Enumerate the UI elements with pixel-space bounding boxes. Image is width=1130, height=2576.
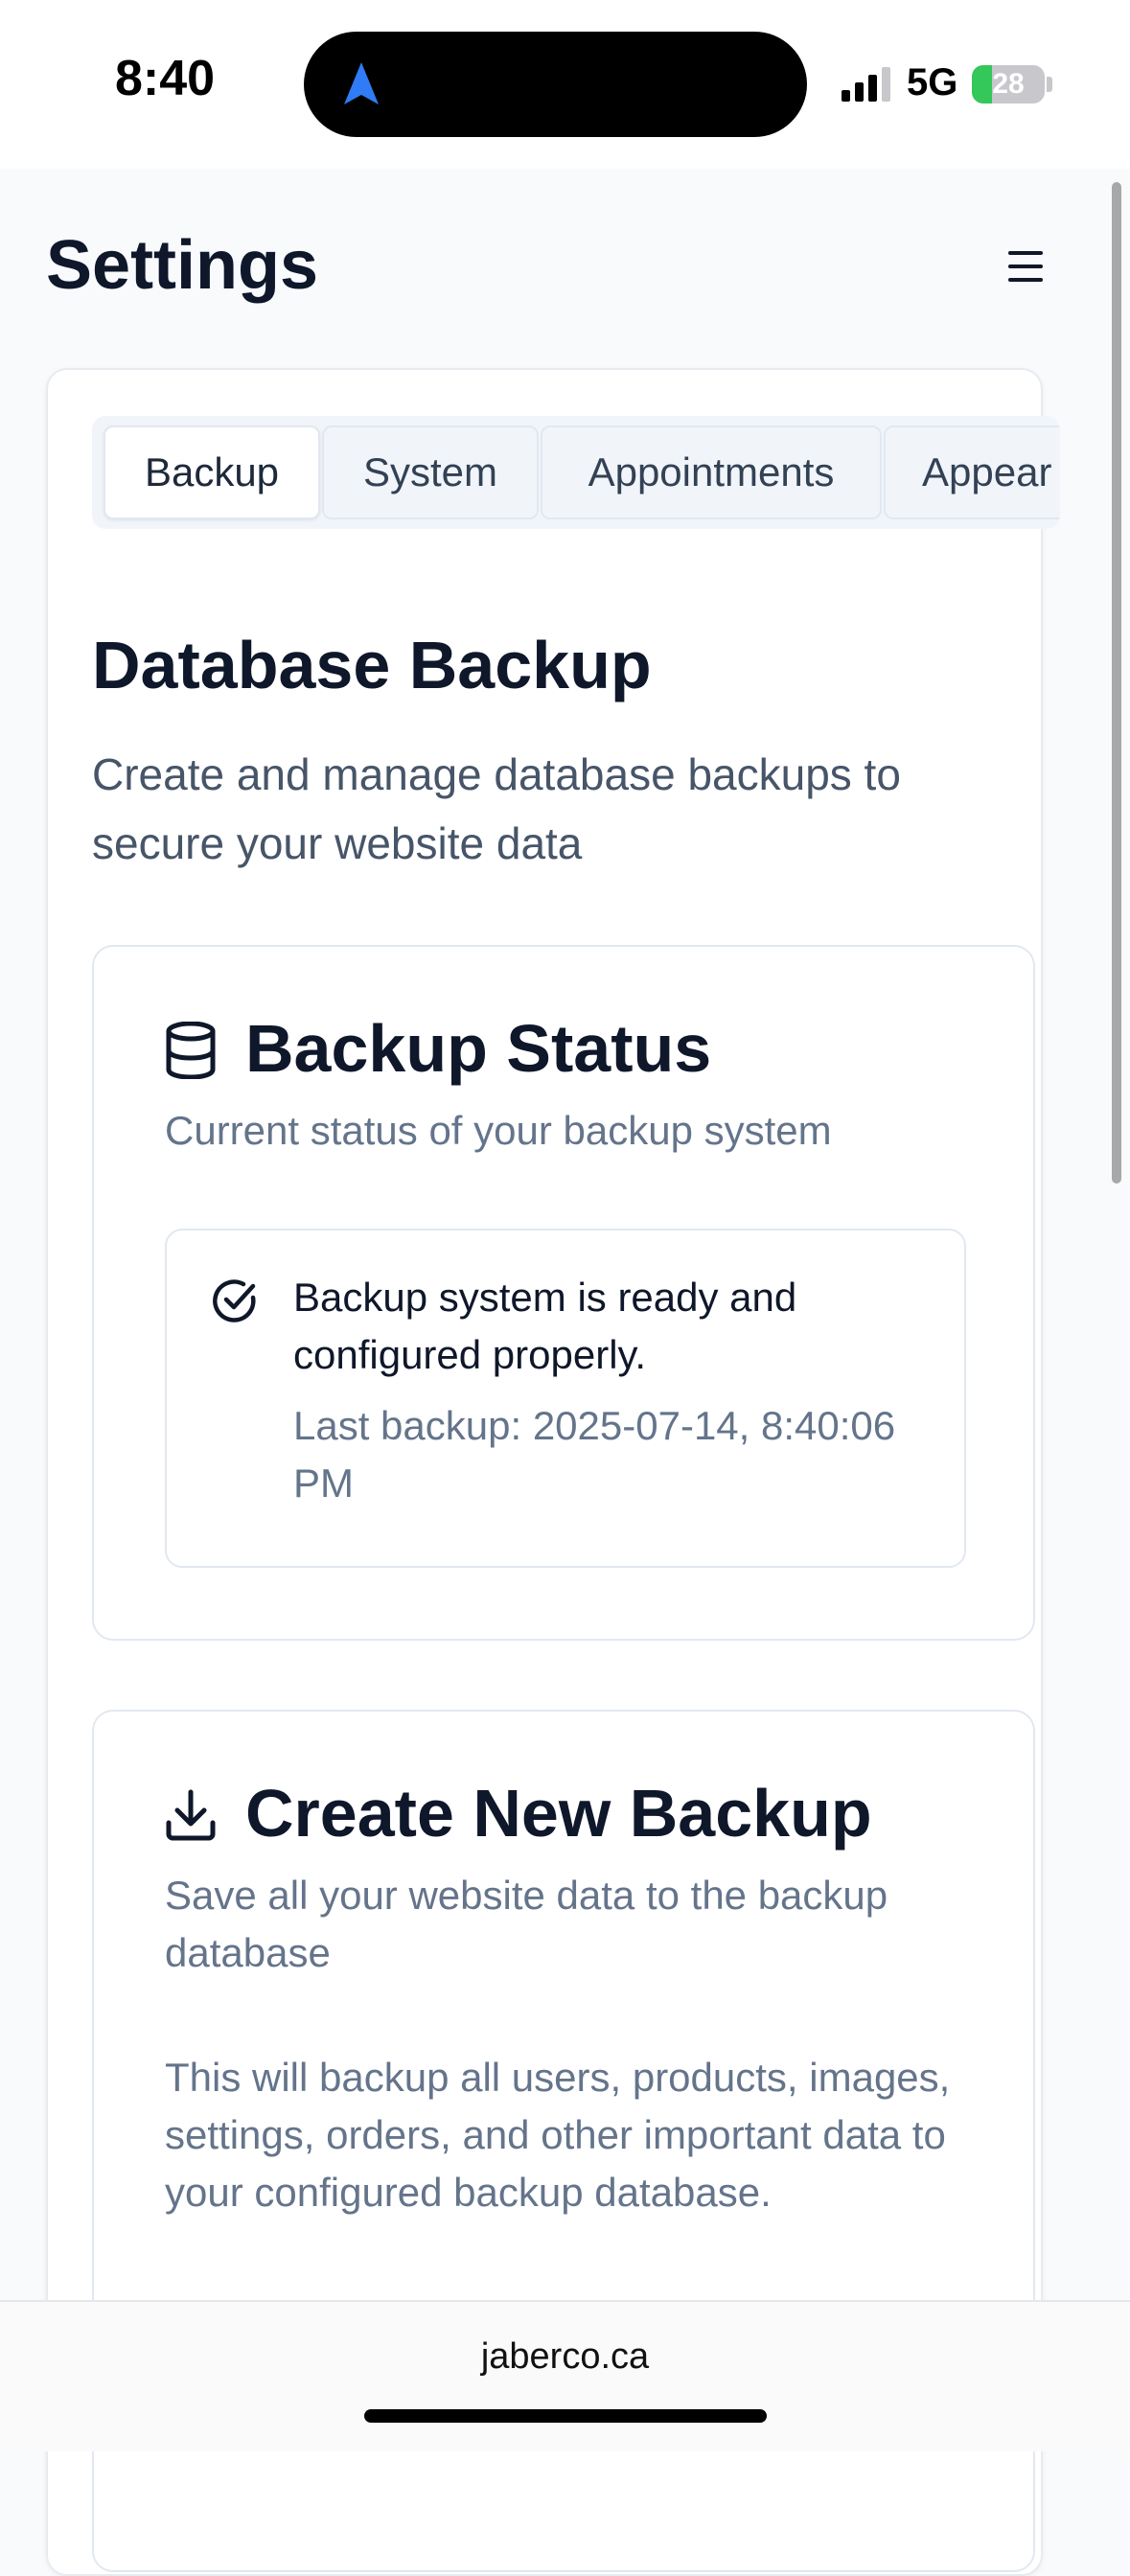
settings-tabs: Backup System Appointments Appear bbox=[92, 416, 1060, 529]
home-indicator[interactable] bbox=[364, 2409, 767, 2423]
hamburger-menu-icon[interactable] bbox=[997, 240, 1054, 293]
cellular-signal-icon bbox=[842, 67, 890, 102]
database-icon bbox=[166, 1022, 216, 1079]
network-type: 5G bbox=[907, 61, 958, 104]
section-description: Create and manage database backups to se… bbox=[92, 749, 901, 868]
scrollbar[interactable] bbox=[1112, 182, 1121, 1184]
backup-status-title: Backup Status bbox=[245, 1011, 712, 1086]
page-title: Settings bbox=[46, 227, 319, 304]
tab-system[interactable]: System bbox=[322, 426, 539, 519]
check-circle-icon bbox=[213, 1279, 256, 1322]
last-backup-time: Last backup: 2025-07-14, 8:40:06 PM bbox=[293, 1403, 896, 1506]
download-icon bbox=[166, 1789, 216, 1841]
battery-level: 28 bbox=[992, 68, 1025, 100]
create-backup-subtitle: Save all your website data to the backup… bbox=[165, 1873, 888, 1975]
tab-backup[interactable]: Backup bbox=[104, 426, 320, 519]
create-backup-title: Create New Backup bbox=[245, 1776, 872, 1851]
backup-status-subtitle: Current status of your backup system bbox=[165, 1108, 832, 1153]
tab-appointments[interactable]: Appointments bbox=[541, 426, 882, 519]
location-arrow-icon bbox=[344, 62, 379, 104]
battery-icon: 28 bbox=[972, 65, 1045, 104]
battery-nub bbox=[1047, 77, 1052, 92]
status-bar: 8:40 5G 28 bbox=[0, 0, 1130, 169]
dynamic-island bbox=[304, 32, 807, 137]
section-title: Database Backup bbox=[92, 628, 652, 702]
create-backup-info: This will backup all users, products, im… bbox=[165, 2055, 951, 2215]
alert-message: Backup system is ready and configured pr… bbox=[293, 1275, 797, 1377]
url-bar[interactable]: jaberco.ca bbox=[0, 2336, 1130, 2378]
tab-appearance[interactable]: Appear bbox=[884, 426, 1060, 519]
status-time: 8:40 bbox=[115, 51, 216, 106]
